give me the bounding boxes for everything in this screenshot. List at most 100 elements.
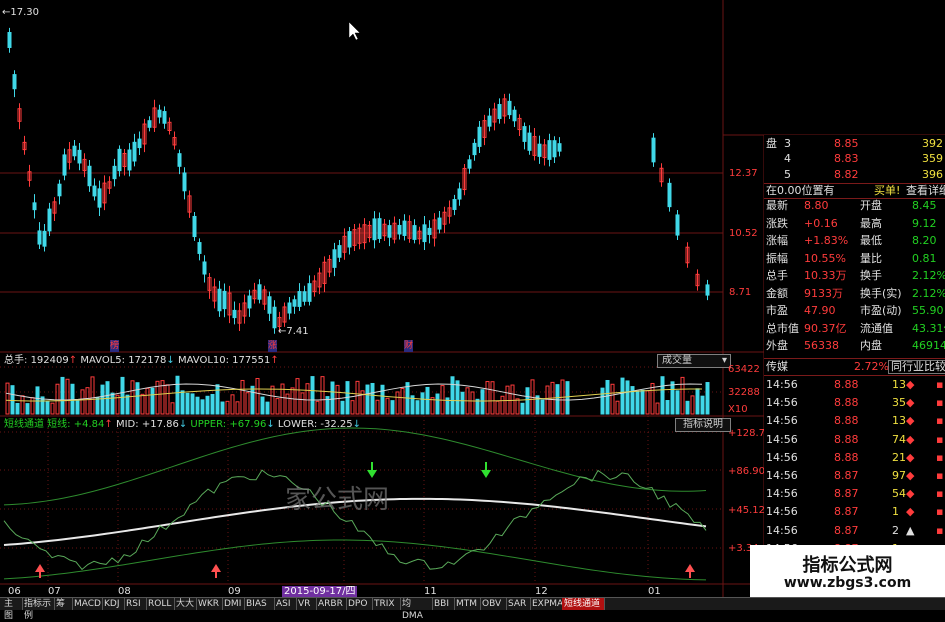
indicator-tab[interactable]: OBV — [480, 598, 507, 610]
arrow-down-icon: ◆ — [906, 378, 915, 391]
volume-bar — [470, 391, 475, 415]
site-logo-url: www.zbgs3.com — [783, 575, 912, 591]
quote-header[interactable]: 在0.00位置有 买单! 查看详细 — [764, 184, 945, 198]
indicator-tab[interactable]: MTM — [454, 598, 481, 610]
indicator-tab[interactable]: TRIX — [372, 598, 401, 610]
candle-body — [302, 291, 307, 302]
event-mark[interactable]: 榜 — [110, 340, 120, 352]
quote-value: 55.90 — [912, 304, 944, 317]
volume-bar — [130, 380, 135, 415]
buy-signal-icon — [685, 564, 695, 572]
trade-price: 8.87 — [834, 469, 859, 482]
indicator-tab[interactable]: 主图 — [2, 598, 23, 621]
indicator-tab[interactable]: SAR — [506, 598, 531, 610]
indicator-tab[interactable]: ROLL — [146, 598, 175, 610]
candle-body — [37, 230, 42, 245]
sector-row[interactable]: 传媒 2.72% 同行业比较 — [764, 360, 945, 374]
candle-body — [197, 242, 202, 254]
trade-time: 14:56 — [766, 469, 798, 482]
indicator-tab[interactable]: DMI — [222, 598, 245, 610]
volume-bar — [475, 398, 480, 415]
candle-body — [422, 224, 427, 243]
volume-bar — [690, 395, 695, 415]
event-mark[interactable]: 涨 — [268, 340, 278, 352]
quote-row: 总手 10.33万 换手 2.12% — [764, 269, 945, 283]
candle-body — [232, 309, 237, 319]
volume-bar — [45, 400, 50, 415]
trade-time: 14:56 — [766, 396, 798, 410]
candle-body — [162, 111, 167, 124]
volume-bar — [310, 376, 315, 415]
indicator-tab[interactable]: VR — [296, 598, 317, 610]
trade-time: 14:56 — [766, 432, 798, 446]
candle-body — [202, 261, 207, 275]
quote-row: 市盈 47.90 市盈(动) 55.90 — [764, 304, 945, 318]
arrow-down-icon: ◆ — [906, 396, 915, 410]
volume-bar — [635, 391, 640, 415]
indicator-help-button[interactable]: 指标说明 — [675, 418, 731, 432]
candle-body — [222, 290, 227, 310]
indicator-tab[interactable]: EXPMA — [530, 598, 563, 610]
indicator-tab[interactable]: DPO — [346, 598, 373, 610]
volume-bar — [280, 383, 285, 415]
site-logo-title: 指标公式网 — [802, 555, 893, 576]
industry-compare-button: 同行业比较 — [888, 360, 945, 374]
upper-value: +67.96 — [229, 419, 267, 430]
indicator-tab[interactable]: WKR — [196, 598, 223, 610]
quote-label: 换手(实) — [860, 286, 902, 300]
indicator-tab[interactable]: 筹 — [54, 598, 73, 610]
indicator-tab[interactable]: RSI — [124, 598, 147, 610]
candle-body — [47, 208, 52, 232]
volume-bar — [150, 387, 155, 415]
arrow-up-icon: ▲ — [906, 523, 915, 537]
volume-bar — [25, 403, 30, 415]
candle-body — [512, 109, 517, 122]
quote-value: 9133万 — [804, 286, 843, 300]
order-book-row[interactable]: 4 8.83 359 — [764, 152, 945, 166]
volume-bar — [460, 391, 465, 415]
quote-value: 8.45 — [912, 199, 937, 212]
volume-bar — [90, 376, 95, 415]
indicator-tab[interactable]: 均DMA — [400, 598, 433, 621]
volume-indicator-dropdown[interactable]: 成交量 ▾ — [657, 354, 731, 368]
indicator-tab[interactable]: BBI — [432, 598, 455, 610]
quote-value: 10.55% — [804, 251, 846, 265]
candle-body — [337, 245, 342, 258]
quote-label: 内盘 — [860, 339, 882, 352]
price-high-marker: ←17.30 — [2, 7, 40, 18]
indicator-tab[interactable]: MACD — [72, 598, 103, 610]
indicator-tab[interactable]: 大大 — [174, 598, 197, 610]
indicator-tab[interactable]: 指标示例 — [22, 598, 55, 621]
volume-bar — [480, 389, 485, 415]
candle-body — [527, 132, 532, 151]
trade-row: 14:56 8.88 21 ◆ ▪ — [764, 450, 945, 466]
volume-bar — [80, 389, 85, 415]
lower-value: -32.25 — [320, 419, 353, 430]
volume-bar — [260, 396, 265, 415]
arrow-down-icon: ◆ — [906, 469, 915, 482]
buy-signal-icon — [211, 564, 221, 572]
indicator-tab[interactable]: ASI — [274, 598, 297, 610]
site-logo: 指标公式网 www.zbgs3.com — [750, 545, 945, 597]
candle-body — [62, 154, 67, 176]
indicator-tab[interactable]: BIAS — [244, 598, 275, 610]
volume-bar — [425, 386, 430, 415]
candle-body — [12, 74, 17, 90]
flag-icon: ▪ — [936, 487, 944, 501]
indicator-tab[interactable]: 短线通道 — [562, 598, 605, 610]
order-book-row[interactable]: 盘 3 8.85 392 — [764, 137, 945, 151]
volume-bar — [610, 383, 615, 415]
indicator-axis-tick: +128.7 — [728, 428, 766, 439]
volume-bar — [55, 383, 60, 415]
volume-bar — [135, 382, 140, 415]
order-book-row[interactable]: 5 8.82 396 — [764, 168, 945, 182]
quote-panel: 盘 3 8.85 392 4 8.83 359 5 8.82 396 在0.00… — [764, 135, 945, 609]
event-mark[interactable]: 财 — [404, 340, 414, 352]
volume-bar — [100, 384, 105, 415]
indicator-tab[interactable]: ARBR — [316, 598, 347, 610]
volume-bar — [625, 380, 630, 415]
volume-bar — [30, 397, 35, 415]
volume-bar — [300, 392, 305, 415]
volume-bar — [350, 400, 355, 415]
indicator-tab[interactable]: KDJ — [102, 598, 125, 610]
